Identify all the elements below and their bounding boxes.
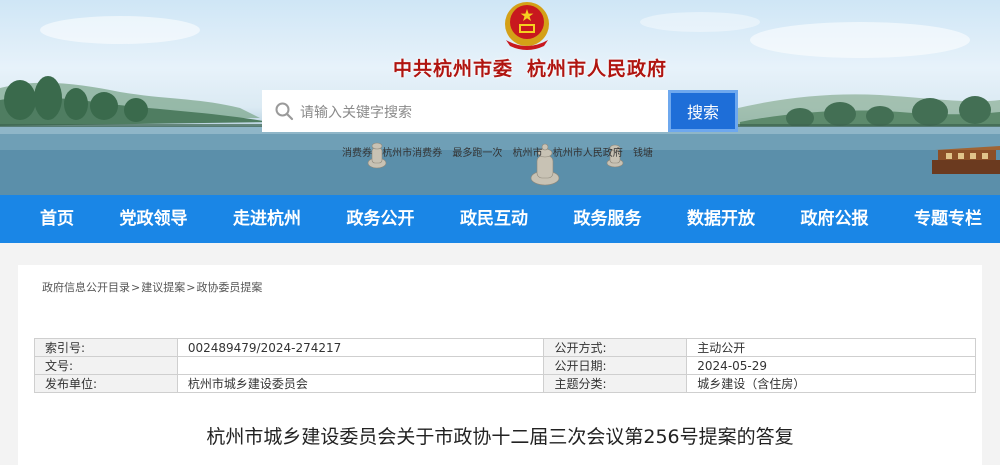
- issuing-unit-value: 杭州市城乡建设委员会: [176, 374, 545, 393]
- index-number-value: 002489479/2024-274217: [176, 338, 545, 357]
- nav-item-open-data[interactable]: 数据开放: [687, 195, 755, 243]
- breadcrumb-item[interactable]: 政协委员提案: [196, 281, 262, 294]
- search-button[interactable]: 搜索: [668, 90, 738, 132]
- index-number-label: 索引号:: [34, 338, 178, 357]
- site-title: 中共杭州市委 杭州市人民政府: [380, 54, 680, 81]
- nav-item-government-services[interactable]: 政务服务: [574, 195, 642, 243]
- header-banner: 中共杭州市委 杭州市人民政府 请输入关键字搜索 搜索 消费券 杭州市消费券 最多跑…: [0, 0, 1000, 195]
- search-bar: 请输入关键字搜索 搜索: [262, 90, 738, 132]
- table-row: 索引号: 002489479/2024-274217 公开方式: 主动公开: [34, 338, 976, 357]
- table-row: 文号: 公开日期: 2024-05-29: [34, 356, 976, 375]
- document-number-value: [176, 356, 545, 375]
- document-number-label: 文号:: [34, 356, 178, 375]
- breadcrumb: 政府信息公开目录>建议提案>政协委员提案: [42, 279, 262, 295]
- disclosure-method-label: 公开方式:: [543, 338, 688, 357]
- main-nav: 首页 党政领导 走进杭州 政务公开 政民互动 政务服务 数据开放 政府公报 专题…: [0, 195, 1000, 243]
- national-emblem-icon: [505, 2, 549, 50]
- search-icon: [275, 102, 294, 121]
- hot-word-link[interactable]: 钱塘: [633, 148, 653, 159]
- content-panel: 政府信息公开目录>建议提案>政协委员提案 索引号: 002489479/2024…: [18, 265, 982, 465]
- nav-item-public-interaction[interactable]: 政民互动: [460, 195, 528, 243]
- issuing-unit-label: 发布单位:: [34, 374, 178, 393]
- topic-category-value: 城乡建设（含住房）: [686, 374, 976, 393]
- breadcrumb-item[interactable]: 建议提案: [141, 281, 185, 294]
- hot-word-link[interactable]: 杭州市消费券: [382, 148, 442, 159]
- hot-word-link[interactable]: 杭州市人民政府: [553, 148, 623, 159]
- hot-word-link[interactable]: 最多跑一次: [452, 148, 502, 159]
- document-title: 杭州市城乡建设委员会关于市政协十二届三次会议第256号提案的答复: [206, 426, 794, 448]
- breadcrumb-item[interactable]: 政府信息公开目录: [42, 281, 130, 294]
- hot-word-link[interactable]: 消费券: [342, 148, 372, 159]
- nav-item-about-hangzhou[interactable]: 走进杭州: [233, 195, 301, 243]
- site-title-party: 中共杭州市委: [392, 58, 513, 80]
- nav-item-leaders[interactable]: 党政领导: [120, 195, 188, 243]
- table-row: 发布单位: 杭州市城乡建设委员会 主题分类: 城乡建设（含住房）: [34, 374, 976, 393]
- nav-item-government-affairs[interactable]: 政务公开: [347, 195, 415, 243]
- search-placeholder: 请输入关键字搜索: [300, 105, 412, 121]
- site-title-government: 杭州市人民政府: [527, 58, 668, 80]
- nav-item-gazette[interactable]: 政府公报: [801, 195, 869, 243]
- document-meta-table: 索引号: 002489479/2024-274217 公开方式: 主动公开 文号…: [34, 338, 976, 393]
- nav-item-special-topics[interactable]: 专题专栏: [914, 195, 982, 243]
- hot-word-link[interactable]: 杭州市: [513, 148, 543, 159]
- nav-item-home[interactable]: 首页: [40, 195, 74, 243]
- topic-category-label: 主题分类:: [543, 374, 688, 393]
- disclosure-method-value: 主动公开: [686, 338, 976, 357]
- breadcrumb-separator: >: [131, 281, 141, 294]
- hot-search-words: 消费券 杭州市消费券 最多跑一次 杭州市 杭州市人民政府 钱塘: [342, 144, 660, 159]
- publish-date-label: 公开日期:: [543, 356, 688, 375]
- breadcrumb-separator: >: [186, 281, 196, 294]
- publish-date-value: 2024-05-29: [686, 356, 976, 375]
